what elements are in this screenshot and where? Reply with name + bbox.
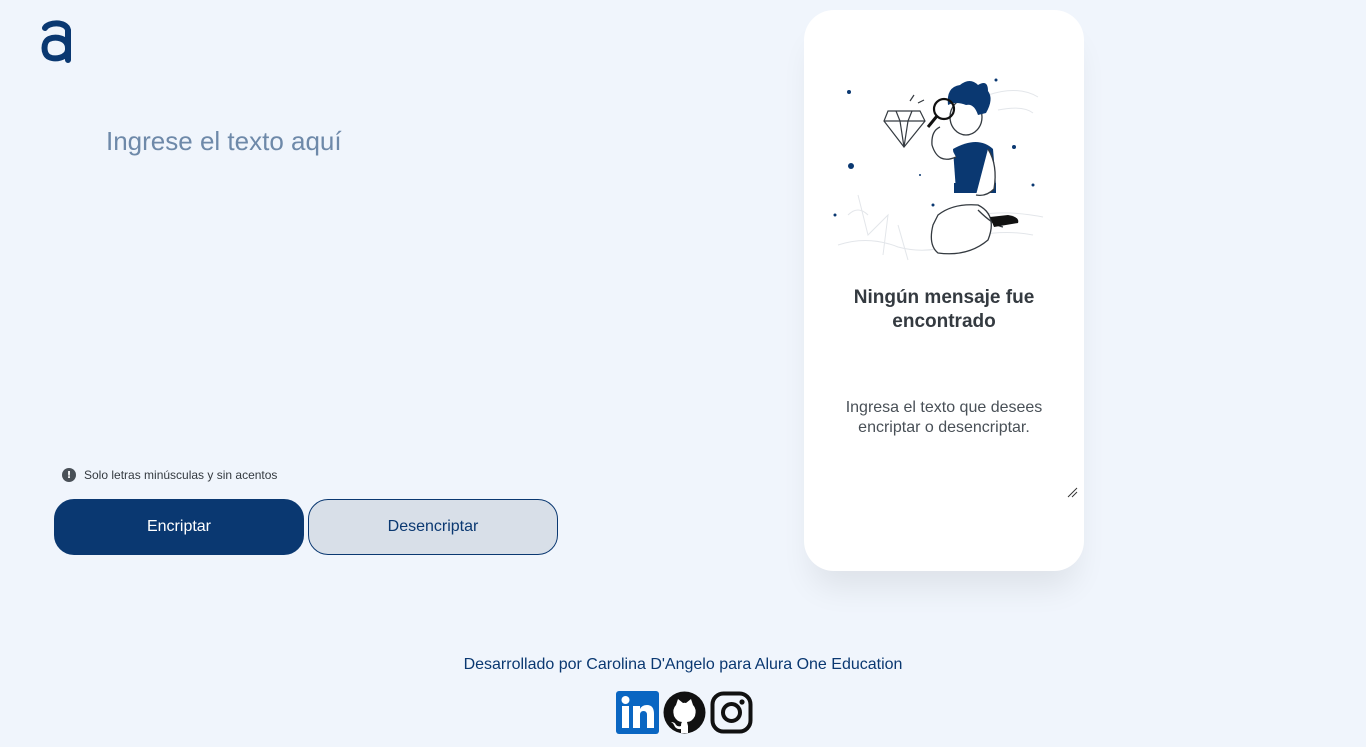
text-input[interactable] [100,120,660,440]
github-link[interactable] [663,691,706,734]
exclamation-circle-icon: ! [62,468,76,482]
logo[interactable] [40,20,74,64]
hint-text: Solo letras minúsculas y sin acentos [84,468,278,482]
output-card: Ningún mensaje fue encontrado Ingresa el… [804,10,1084,571]
decrypt-button[interactable]: Desencriptar [308,499,558,555]
footer-credit: Desarrollado por Carolina D'Angelo para … [463,656,903,673]
instagram-icon [710,691,753,734]
linkedin-icon [616,691,659,734]
resize-handle-icon[interactable] [1066,486,1078,498]
alura-logo-icon [41,20,71,63]
social-links [616,691,753,734]
encrypt-button[interactable]: Encriptar [54,499,304,555]
github-icon [663,691,706,734]
input-hint: ! Solo letras minúsculas y sin acentos [62,468,277,482]
output-title: Ningún mensaje fue encontrado [853,287,1035,332]
output-message: Ingresa el texto que desees encriptar o … [845,399,1043,436]
linkedin-link[interactable] [616,691,659,734]
instagram-link[interactable] [710,691,753,734]
person-with-magnifying-glass-icon [833,78,1044,261]
